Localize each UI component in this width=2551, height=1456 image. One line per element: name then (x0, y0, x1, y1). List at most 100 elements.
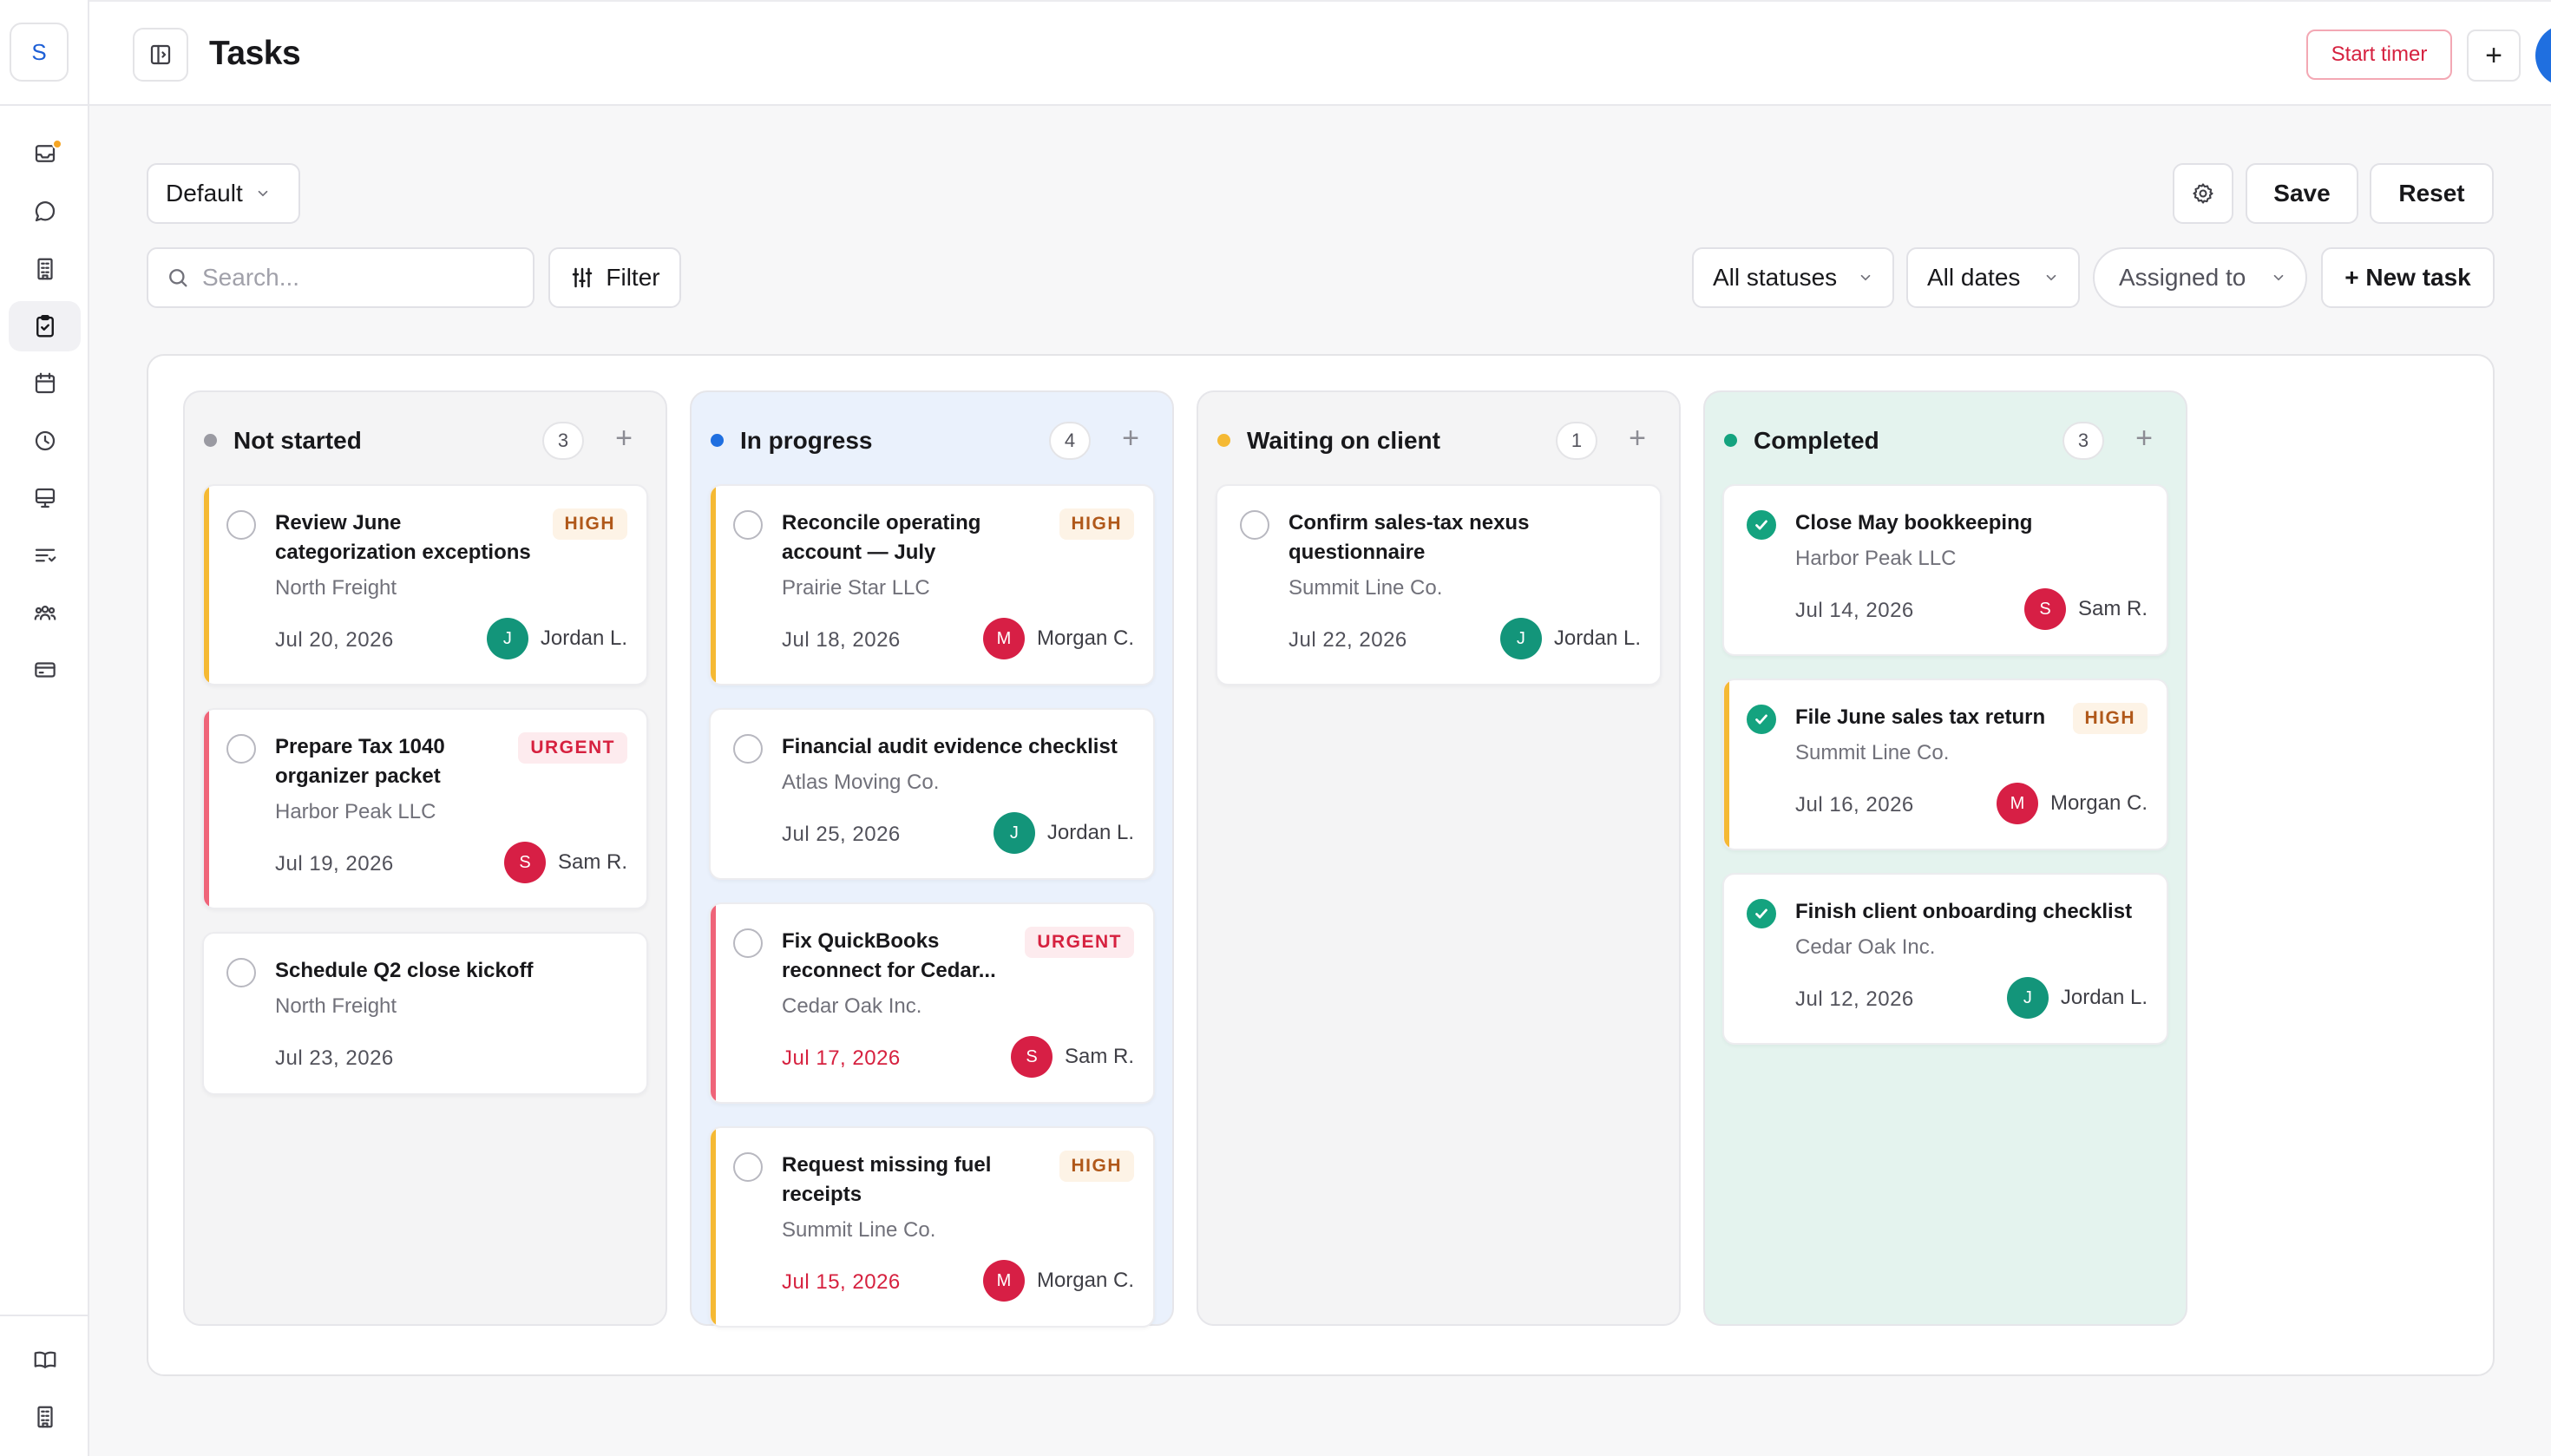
sidebar-item-firm[interactable] (9, 1392, 81, 1442)
task-card[interactable]: Close May bookkeeping Harbor Peak LLC Jul … (1722, 484, 2168, 656)
task-assignee[interactable]: M Morgan C. (982, 618, 1134, 659)
board-column: Completed 3 + Close May bookkeeping Harbor P… (1703, 390, 2187, 1326)
task-assignee[interactable]: J Jordan L. (486, 618, 627, 659)
task-checkbox[interactable] (226, 958, 256, 987)
list-filter-icon (35, 548, 56, 562)
calendar-icon (35, 372, 55, 394)
assignee-avatar: M (1996, 783, 2038, 824)
add-task-to-column-button[interactable]: + (1629, 422, 1646, 456)
search-input[interactable]: Search... (147, 247, 534, 308)
add-task-to-column-button[interactable]: + (2135, 422, 2153, 456)
task-complete-checkbox[interactable] (1747, 510, 1776, 540)
add-task-to-column-button[interactable]: + (1122, 422, 1139, 456)
sidebar-item-team[interactable] (9, 587, 81, 638)
task-checkbox[interactable] (733, 1152, 763, 1182)
assignee-name: Sam R. (1064, 1045, 1134, 1068)
task-due-date: Jul 17, 2026 (782, 1046, 901, 1070)
task-complete-checkbox[interactable] (1747, 899, 1776, 928)
column-count: 3 (2062, 422, 2104, 460)
sidebar-divider (0, 104, 89, 106)
task-title-line: account — July (782, 541, 936, 564)
add-task-to-column-button[interactable]: + (615, 422, 633, 456)
assignee-name: Sam R. (557, 850, 627, 874)
task-card[interactable]: Reconcile operating account — July HIGH Pra… (709, 484, 1155, 685)
clipboard-check-icon (36, 314, 54, 338)
task-due-date: Jul 25, 2026 (782, 823, 901, 846)
assignee-filter-select[interactable]: Assigned to (2093, 247, 2307, 308)
priority-badge: HIGH (1059, 1151, 1134, 1182)
quick-add-button[interactable]: + (2467, 30, 2521, 82)
new-task-button[interactable]: + New task (2321, 247, 2495, 308)
save-view-button[interactable]: Save (2246, 163, 2358, 224)
user-avatar[interactable]: AS (2535, 24, 2551, 87)
task-checkbox[interactable] (226, 510, 256, 540)
top-header: Tasks Start timer + AS (89, 0, 2551, 106)
task-due-date: Jul 12, 2026 (1795, 987, 1914, 1011)
task-assignee[interactable]: J Jordan L. (2006, 977, 2148, 1019)
sidebar-item-tasks[interactable] (9, 301, 81, 351)
view-selector[interactable]: Default (147, 163, 300, 224)
building-icon (36, 258, 53, 280)
status-dot (204, 434, 217, 447)
task-title-line: Schedule Q2 close kickoff (275, 959, 534, 982)
assignee-name: Sam R. (2077, 597, 2148, 620)
task-card[interactable]: Schedule Q2 close kickoff North Freight Ju… (202, 932, 648, 1095)
task-assignee[interactable]: S Sam R. (1010, 1036, 1134, 1078)
sidebar-item-billing[interactable] (9, 645, 81, 695)
gear-icon (2193, 183, 2213, 204)
toggle-sidebar-button[interactable] (133, 28, 188, 82)
task-card[interactable]: Confirm sales-tax nexus questionnaire Summ… (1216, 484, 1662, 685)
start-timer-button[interactable]: Start timer (2306, 30, 2452, 80)
task-card[interactable]: File June sales tax return HIGH Summit Lin… (1722, 679, 2168, 850)
sidebar-item-clients[interactable] (9, 244, 81, 294)
task-client: Atlas Moving Co. (782, 771, 940, 794)
task-card[interactable]: Financial audit evidence checklist Atlas … (709, 708, 1155, 880)
column-title: Not started (233, 427, 362, 454)
sidebar-item-workflows[interactable] (9, 530, 81, 580)
task-checkbox[interactable] (733, 510, 763, 540)
task-assignee[interactable]: M Morgan C. (1996, 783, 2148, 824)
status-filter-select[interactable]: All statuses (1692, 247, 1894, 308)
reset-view-button[interactable]: Reset (2370, 163, 2494, 224)
task-assignee[interactable]: S Sam R. (503, 842, 627, 883)
sidebar-item-help[interactable] (9, 1335, 81, 1385)
sidebar: S (0, 0, 89, 1456)
logo-letter: S (31, 38, 47, 65)
date-filter-select[interactable]: All dates (1906, 247, 2080, 308)
board-column: Not started 3 + Review June categorization e… (183, 390, 667, 1326)
assignee-filter-value: Assigned to (2119, 264, 2246, 291)
task-checkbox[interactable] (733, 734, 763, 764)
task-checkbox[interactable] (733, 928, 763, 958)
task-due-date: Jul 18, 2026 (782, 628, 901, 652)
task-assignee[interactable]: M Morgan C. (982, 1260, 1134, 1302)
status-dot (1724, 434, 1737, 447)
sidebar-item-inbox[interactable] (9, 128, 81, 179)
sidebar-item-calendar[interactable] (9, 358, 81, 409)
sidebar-item-portal[interactable] (9, 473, 81, 523)
task-checkbox[interactable] (1240, 510, 1269, 540)
column-header: Not started 3 + (185, 392, 666, 484)
task-assignee[interactable]: S Sam R. (2023, 588, 2148, 630)
filter-button[interactable]: Filter (548, 247, 681, 308)
task-card[interactable]: Request missing fuel receipts HIGH Summit L… (709, 1126, 1155, 1328)
board-settings-button[interactable] (2173, 163, 2233, 224)
task-title: Financial audit evidence checklist (782, 732, 1118, 762)
task-card[interactable]: Fix QuickBooks reconnect for Cedar... URGE… (709, 902, 1155, 1104)
task-title: Prepare Tax 1040 organizer packet (275, 732, 445, 791)
task-assignee[interactable]: J Jordan L. (993, 812, 1134, 854)
sidebar-item-messages[interactable] (9, 187, 81, 237)
task-card[interactable]: Prepare Tax 1040 organizer packet URGENT Ha… (202, 708, 648, 909)
task-client: Summit Line Co. (1289, 576, 1443, 600)
task-client: Summit Line Co. (1795, 741, 1950, 764)
sidebar-item-time[interactable] (9, 416, 81, 466)
task-complete-checkbox[interactable] (1747, 705, 1776, 734)
chevron-down-icon (1860, 274, 1871, 281)
task-assignee[interactable]: J Jordan L. (1499, 618, 1641, 659)
task-card[interactable]: Finish client onboarding checklist Cedar … (1722, 873, 2168, 1045)
task-title-line: File June sales tax return (1795, 705, 2046, 729)
assignee-avatar: M (982, 618, 1025, 659)
task-card[interactable]: Review June categorization exceptions HIGH… (202, 484, 648, 685)
workspace-logo[interactable]: S (10, 23, 69, 82)
check-icon (1755, 520, 1767, 530)
task-checkbox[interactable] (226, 734, 256, 764)
